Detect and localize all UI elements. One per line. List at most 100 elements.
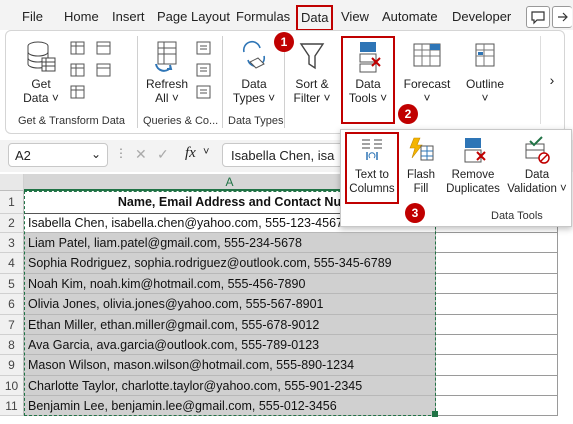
table-row[interactable]: Benjamin Lee, benjamin.lee@gmail.com, 55… bbox=[24, 396, 436, 416]
text-to-columns-button[interactable]: Text to Columns bbox=[347, 136, 397, 196]
enter-icon[interactable]: ✓ bbox=[157, 146, 169, 163]
table-row[interactable]: Ava Garcia, ava.garcia@outlook.com, 555-… bbox=[24, 335, 436, 355]
row-header[interactable]: 6 bbox=[0, 294, 24, 315]
cancel-icon[interactable]: ✕ bbox=[135, 146, 147, 163]
tab-home[interactable]: Home bbox=[64, 0, 99, 30]
outline-label-2: ˅ bbox=[481, 91, 489, 105]
small-icons-column-2 bbox=[96, 40, 112, 100]
data-tools-button[interactable]: Data Tools ˅ bbox=[343, 40, 393, 105]
empty-cell[interactable] bbox=[436, 274, 558, 294]
remove-duplicates-button[interactable]: Remove Duplicates bbox=[443, 136, 503, 196]
data-validation-label-2: Validation ˅ bbox=[507, 183, 567, 195]
group-get-transform: Get & Transform Data bbox=[18, 115, 125, 127]
remove-duplicates-label-2: Duplicates bbox=[446, 183, 500, 195]
queries-connections-icons[interactable] bbox=[196, 40, 212, 104]
table-row[interactable]: Sophia Rodriguez, sophia.rodriguez@outlo… bbox=[24, 253, 436, 274]
comments-button[interactable] bbox=[526, 6, 550, 28]
flash-fill-icon bbox=[409, 137, 434, 161]
sort-filter-label-1: Sort & bbox=[295, 77, 329, 91]
tab-view[interactable]: View bbox=[341, 0, 369, 30]
share-button[interactable] bbox=[552, 6, 572, 28]
row-header[interactable]: 2 bbox=[0, 214, 24, 233]
empty-cell[interactable] bbox=[436, 335, 558, 355]
row-header[interactable]: 11 bbox=[0, 396, 24, 416]
tab-file[interactable]: File bbox=[22, 0, 43, 30]
row-header[interactable]: 8 bbox=[0, 335, 24, 355]
table-row[interactable]: Olivia Jones, olivia.jones@yahoo.com, 55… bbox=[24, 294, 436, 315]
select-all-corner[interactable] bbox=[0, 174, 24, 191]
flash-fill-button[interactable]: Flash Fill bbox=[401, 136, 441, 196]
row-header[interactable]: 9 bbox=[0, 355, 24, 376]
row-header[interactable]: 5 bbox=[0, 274, 24, 294]
forecast-button[interactable]: Forecast ˅ bbox=[402, 40, 452, 105]
row-header[interactable]: 3 bbox=[0, 233, 24, 253]
refresh-all-button[interactable]: Refresh All ˅ bbox=[143, 40, 191, 105]
row-header[interactable]: 4 bbox=[0, 253, 24, 274]
empty-cell[interactable] bbox=[436, 315, 558, 335]
name-box[interactable]: A2 ⌄ bbox=[8, 143, 108, 167]
data-types-label-1: Data bbox=[241, 77, 267, 91]
ribbon-scroll-right[interactable]: › bbox=[540, 36, 563, 124]
get-data-label-2: Data ˅ bbox=[23, 91, 59, 105]
name-box-value: A2 bbox=[15, 148, 31, 163]
table-row[interactable]: Mason Wilson, mason.wilson@hotmail.com, … bbox=[24, 355, 436, 376]
ribbon-separator bbox=[137, 36, 138, 128]
forecast-label-1: Forecast bbox=[403, 77, 451, 91]
data-tools-group-label: Data Tools bbox=[491, 210, 543, 222]
data-types-label-2: Types ˅ bbox=[232, 91, 276, 105]
tab-automate[interactable]: Automate bbox=[382, 0, 438, 30]
row-header[interactable]: 7 bbox=[0, 315, 24, 335]
get-data-button[interactable]: Get Data ˅ bbox=[18, 40, 64, 105]
data-tools-label-1: Data bbox=[355, 77, 381, 91]
data-tools-label-2: Tools ˅ bbox=[348, 91, 388, 105]
fill-handle[interactable] bbox=[432, 411, 438, 417]
table-row[interactable]: Ethan Miller, ethan.miller@gmail.com, 55… bbox=[24, 315, 436, 335]
table-row[interactable]: Liam Patel, liam.patel@gmail.com, 555-23… bbox=[24, 233, 436, 253]
formula-text: Isabella Chen, isa bbox=[231, 148, 335, 163]
empty-cell[interactable] bbox=[436, 253, 558, 274]
sort-filter-button[interactable]: Sort & Filter ˅ bbox=[290, 40, 334, 105]
table-range-icons[interactable] bbox=[70, 40, 86, 104]
get-data-label-1: Get bbox=[31, 77, 51, 91]
tab-developer[interactable]: Developer bbox=[452, 0, 511, 30]
table-row[interactable]: Noah Kim, noah.kim@hotmail.com, 555-456-… bbox=[24, 274, 436, 294]
fx-chevron-icon: ˅ bbox=[203, 146, 210, 158]
flash-fill-label-1: Flash bbox=[406, 169, 436, 181]
table-row[interactable]: Charlotte Taylor, charlotte.taylor@yahoo… bbox=[24, 376, 436, 396]
filter-icon bbox=[299, 43, 325, 70]
data-types-button[interactable]: Data Types ˅ bbox=[228, 40, 280, 105]
empty-cell[interactable] bbox=[436, 233, 558, 253]
outline-icon bbox=[475, 43, 495, 67]
tab-formulas[interactable]: Formulas bbox=[236, 0, 290, 30]
data-validation-label-1: Data bbox=[524, 169, 550, 181]
data-tools-panel: Text to Columns Flash Fill Remove Duplic… bbox=[340, 129, 572, 227]
small-icons-column bbox=[70, 40, 86, 100]
comment-icon bbox=[531, 11, 545, 25]
empty-cell[interactable] bbox=[436, 355, 558, 376]
step-badge-2: 2 bbox=[398, 104, 418, 124]
fx-icon[interactable]: fx bbox=[185, 145, 196, 162]
tab-page-layout[interactable]: Page Layout bbox=[157, 0, 230, 30]
existing-connections-icons[interactable] bbox=[96, 40, 112, 82]
step-badge-1: 1 bbox=[274, 32, 294, 52]
row-header[interactable]: 1 bbox=[0, 191, 24, 214]
tab-insert[interactable]: Insert bbox=[112, 0, 145, 30]
tab-data[interactable]: Data bbox=[296, 5, 334, 31]
refresh-label-1: Refresh bbox=[145, 77, 189, 91]
text-to-columns-label-2: Columns bbox=[349, 183, 395, 195]
refresh-label-2: All ˅ bbox=[155, 91, 179, 105]
data-validation-icon bbox=[525, 136, 550, 164]
outline-button[interactable]: Outline ˅ bbox=[462, 40, 508, 105]
text-to-columns-label-1: Text to bbox=[355, 169, 389, 181]
empty-cell[interactable] bbox=[436, 294, 558, 315]
database-icon bbox=[27, 41, 56, 72]
row-header[interactable]: 10 bbox=[0, 376, 24, 396]
group-queries: Queries & Co... bbox=[143, 115, 219, 127]
data-validation-button[interactable]: Data Validation ˅ bbox=[505, 136, 569, 196]
empty-cell[interactable] bbox=[436, 376, 558, 396]
data-tools-icon bbox=[359, 42, 381, 73]
flash-fill-label-2: Fill bbox=[413, 183, 429, 195]
share-icon bbox=[558, 12, 568, 22]
refresh-icon bbox=[155, 41, 177, 72]
empty-cell[interactable] bbox=[436, 396, 558, 416]
